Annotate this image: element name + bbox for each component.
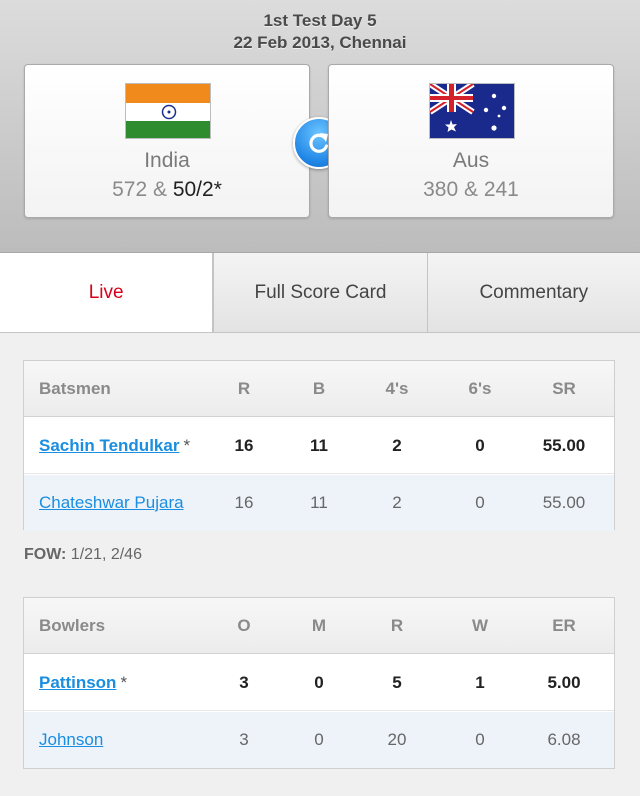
table-header-row: Bowlers O M R W ER	[24, 598, 614, 654]
column-header: W	[471, 616, 489, 635]
current-bowler-marker: *	[120, 673, 128, 692]
tab-bar: Live Full Score Card Commentary	[0, 253, 640, 333]
maidens-cell: 0	[314, 730, 324, 749]
table-row: Pattinson * 3 0 5 1 5.00	[24, 655, 614, 711]
runs-cell: 16	[234, 436, 254, 455]
table-row: Johnson 3 0 20 0 6.08	[24, 712, 614, 768]
overs-cell: 3	[239, 730, 249, 749]
table-row: Sachin Tendulkar * 16 11 2 0 55.00	[24, 418, 614, 474]
column-header: SR	[552, 379, 576, 398]
player-link[interactable]: Chateshwar Pujara	[39, 493, 184, 512]
column-header: O	[237, 616, 251, 635]
wickets-cell: 1	[475, 673, 485, 692]
sixes-cell: 0	[475, 436, 485, 455]
table-row: Chateshwar Pujara 16 11 2 0 55.00	[24, 475, 614, 531]
player-cell: Johnson	[39, 712, 103, 768]
strike-rate-cell: 55.00	[542, 436, 586, 455]
runs-cell: 5	[392, 673, 402, 692]
fours-cell: 2	[392, 436, 402, 455]
economy-cell: 6.08	[547, 730, 581, 749]
fall-of-wickets: FOW: 1/21, 2/46	[24, 546, 142, 564]
wickets-cell: 0	[475, 730, 485, 749]
player-link[interactable]: Johnson	[39, 730, 103, 749]
balls-cell: 11	[310, 493, 328, 512]
column-header: R	[390, 616, 404, 635]
team-name: Aus	[452, 149, 490, 172]
on-strike-marker: *	[183, 436, 191, 455]
runs-cell: 20	[387, 730, 407, 749]
table-header-row: Batsmen R B 4's 6's SR	[24, 361, 614, 417]
fow-label: FOW:	[24, 546, 67, 563]
team-card-australia[interactable]: Aus 380 & 241	[328, 64, 614, 218]
team-score: 572 & 50/2*	[25, 178, 309, 202]
column-header: 4's	[385, 379, 409, 398]
runs-cell: 16	[234, 493, 254, 512]
column-header: 6's	[468, 379, 492, 398]
column-header: Batsmen	[39, 379, 111, 398]
bowling-table: Bowlers O M R W ER Pattinson * 3 0 5 1 5.…	[23, 597, 615, 769]
australia-flag-icon	[429, 83, 515, 139]
overs-cell: 3	[239, 673, 249, 692]
team-card-india[interactable]: India 572 & 50/2*	[24, 64, 310, 218]
strike-rate-cell: 55.00	[542, 493, 586, 512]
team-name: India	[144, 149, 190, 172]
tab-full-score-card[interactable]: Full Score Card	[213, 253, 427, 332]
fow-value: 1/21, 2/46	[66, 546, 142, 563]
match-title: 1st Test Day 5	[263, 11, 377, 30]
economy-cell: 5.00	[547, 673, 581, 692]
column-header: Bowlers	[39, 616, 106, 635]
score-current: 50/2*	[172, 178, 222, 201]
player-link[interactable]: Sachin Tendulkar	[39, 436, 179, 455]
tab-commentary[interactable]: Commentary	[426, 253, 640, 332]
score-previous: 572 &	[112, 178, 173, 201]
player-cell: Sachin Tendulkar *	[39, 418, 190, 474]
india-flag-icon	[125, 83, 211, 139]
column-header: R	[237, 379, 251, 398]
maidens-cell: 0	[314, 673, 324, 692]
balls-cell: 11	[310, 436, 328, 455]
column-header: ER	[552, 616, 576, 635]
column-header: B	[312, 379, 326, 398]
player-cell: Pattinson *	[39, 655, 127, 711]
batting-table: Batsmen R B 4's 6's SR Sachin Tendulkar *…	[23, 360, 615, 531]
tab-live[interactable]: Live	[0, 253, 214, 332]
column-header: M	[311, 616, 327, 635]
sixes-cell: 0	[475, 493, 485, 512]
player-link[interactable]: Pattinson	[39, 673, 116, 692]
team-score: 380 & 241	[423, 178, 519, 201]
player-cell: Chateshwar Pujara	[39, 475, 184, 531]
match-header: 1st Test Day 5 22 Feb 2013, Chennai Indi…	[0, 0, 640, 253]
match-date: 22 Feb 2013, Chennai	[233, 33, 407, 52]
fours-cell: 2	[392, 493, 402, 512]
